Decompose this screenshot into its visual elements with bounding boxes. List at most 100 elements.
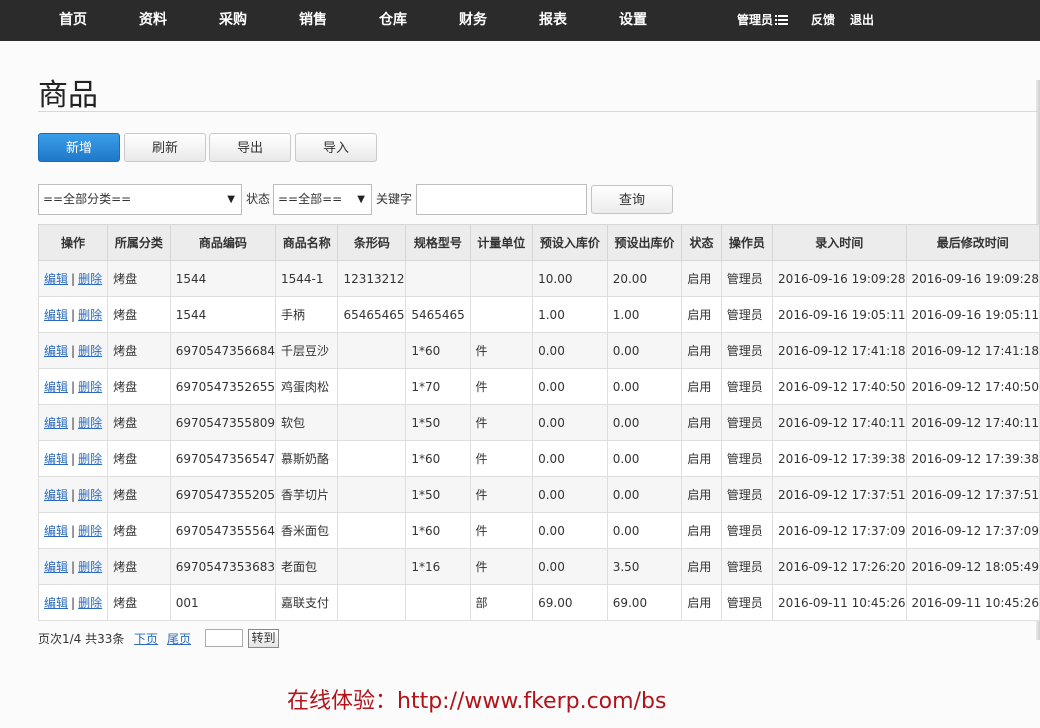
code-cell: 6970547356684 bbox=[169, 332, 276, 369]
last-page-link[interactable]: 尾页 bbox=[167, 630, 191, 647]
logout-link[interactable]: 退出 bbox=[850, 0, 874, 41]
import-button[interactable]: 导入 bbox=[295, 133, 377, 162]
feedback-link[interactable]: 反馈 bbox=[811, 0, 835, 41]
nav-data[interactable]: 资料 bbox=[139, 0, 167, 41]
action-separator: | bbox=[71, 524, 76, 538]
col-header[interactable]: 预设出库价 bbox=[606, 224, 683, 261]
col-header[interactable]: 预设入库价 bbox=[532, 224, 608, 261]
status-select-value: ==全部== bbox=[278, 192, 343, 206]
edit-link[interactable]: 编辑 bbox=[44, 452, 68, 466]
delete-link[interactable]: 删除 bbox=[78, 560, 102, 574]
add-button[interactable]: 新增 bbox=[38, 133, 120, 162]
delete-link[interactable]: 删除 bbox=[78, 452, 102, 466]
created-cell: 2016-09-12 17:37:51 bbox=[772, 476, 907, 513]
col-header[interactable]: 所属分类 bbox=[107, 224, 171, 261]
in-price-cell: 1.00 bbox=[532, 296, 608, 333]
edit-link[interactable]: 编辑 bbox=[44, 416, 68, 430]
edit-link[interactable]: 编辑 bbox=[44, 524, 68, 538]
unit-cell: 件 bbox=[469, 404, 534, 441]
category-select[interactable]: ==全部分类== ▼ bbox=[38, 184, 242, 215]
spec-cell: 1*50 bbox=[405, 476, 471, 513]
export-button[interactable]: 导出 bbox=[209, 133, 291, 162]
delete-link[interactable]: 删除 bbox=[78, 308, 102, 322]
action-separator: | bbox=[71, 596, 76, 610]
nav-purchase[interactable]: 采购 bbox=[219, 0, 247, 41]
table-row: 编辑 | 删除 烤盘 6970547352655 鸡蛋肉松 1*70 件 0.00 0.00 启用管… bbox=[37, 368, 1040, 405]
col-header[interactable]: 计量单位 bbox=[469, 224, 534, 261]
operator-cell: 管理员 bbox=[720, 332, 774, 369]
delete-link[interactable]: 删除 bbox=[78, 380, 102, 394]
page-number-input[interactable] bbox=[205, 629, 243, 647]
edit-link[interactable]: 编辑 bbox=[44, 344, 68, 358]
edit-link[interactable]: 编辑 bbox=[44, 488, 68, 502]
goto-button[interactable]: 转到 bbox=[248, 629, 279, 648]
keyword-label: 关键字 bbox=[376, 192, 413, 206]
modified-cell: 2016-09-11 10:45:26 bbox=[905, 584, 1040, 621]
delete-link[interactable]: 删除 bbox=[78, 596, 102, 610]
col-header[interactable]: 录入时间 bbox=[772, 224, 907, 261]
unit-cell: 部 bbox=[469, 584, 534, 621]
col-header[interactable]: 规格型号 bbox=[405, 224, 471, 261]
col-header[interactable]: 商品名称 bbox=[274, 224, 339, 261]
edit-link[interactable]: 编辑 bbox=[44, 272, 68, 286]
row-actions: 编辑 | 删除 bbox=[37, 296, 109, 333]
out-price-cell: 0.00 bbox=[606, 332, 683, 369]
row-actions: 编辑 | 删除 bbox=[37, 512, 109, 549]
admin-menu[interactable]: 管理员 bbox=[737, 0, 789, 41]
modified-cell: 2016-09-12 17:37:51 bbox=[905, 476, 1040, 513]
edit-link[interactable]: 编辑 bbox=[44, 380, 68, 394]
nav-settings[interactable]: 设置 bbox=[619, 0, 647, 41]
table-row: 编辑 | 删除 烤盘 6970547355809 软包 1*50 件 0.00 0.00 启用 管理员… bbox=[37, 404, 1040, 441]
edit-link[interactable]: 编辑 bbox=[44, 596, 68, 610]
barcode-cell bbox=[337, 332, 407, 369]
modified-cell: 2016-09-12 17:39:38 bbox=[905, 440, 1040, 477]
nav-sales[interactable]: 销售 bbox=[299, 0, 327, 41]
status-select[interactable]: ==全部== ▼ bbox=[273, 184, 372, 215]
spec-cell: 1*16 bbox=[405, 548, 471, 585]
status-cell: 启用 bbox=[681, 332, 722, 369]
operator-cell: 管理员 bbox=[720, 440, 774, 477]
table-row: 编辑 | 删除 烤盘 001 嘉联支付部 69.00 69.00 启用 管理员 2016-09-11… bbox=[37, 584, 1040, 621]
delete-link[interactable]: 删除 bbox=[78, 416, 102, 430]
query-button[interactable]: 查询 bbox=[591, 185, 673, 214]
dropdown-arrow-icon: ▼ bbox=[357, 194, 365, 205]
delete-link[interactable]: 删除 bbox=[78, 488, 102, 502]
modified-cell: 2016-09-12 17:37:09 bbox=[905, 512, 1040, 549]
created-cell: 2016-09-12 17:26:20 bbox=[772, 548, 907, 585]
nav-home[interactable]: 首页 bbox=[59, 0, 87, 41]
code-cell: 6970547355564 bbox=[169, 512, 276, 549]
row-actions: 编辑 | 删除 bbox=[37, 548, 109, 585]
code-cell: 1544 bbox=[169, 260, 276, 297]
keyword-input[interactable] bbox=[416, 184, 587, 215]
action-separator: | bbox=[71, 560, 76, 574]
nav-warehouse[interactable]: 仓库 bbox=[379, 0, 407, 41]
created-cell: 2016-09-12 17:41:18 bbox=[772, 332, 907, 369]
next-page-link[interactable]: 下页 bbox=[134, 630, 158, 647]
nav-reports[interactable]: 报表 bbox=[539, 0, 567, 41]
status-cell: 启用 bbox=[681, 476, 722, 513]
col-header[interactable]: 最后修改时间 bbox=[905, 224, 1040, 261]
edit-link[interactable]: 编辑 bbox=[44, 560, 68, 574]
category-cell: 烤盘 bbox=[107, 260, 171, 297]
delete-link[interactable]: 删除 bbox=[78, 524, 102, 538]
operator-cell: 管理员 bbox=[720, 260, 774, 297]
col-header[interactable]: 状态 bbox=[681, 224, 722, 261]
nav-finance[interactable]: 财务 bbox=[459, 0, 487, 41]
edit-link[interactable]: 编辑 bbox=[44, 308, 68, 322]
category-cell: 烤盘 bbox=[107, 332, 171, 369]
in-price-cell: 0.00 bbox=[532, 548, 608, 585]
refresh-button[interactable]: 刷新 bbox=[124, 133, 206, 162]
barcode-cell bbox=[337, 404, 407, 441]
modified-cell: 2016-09-16 19:05:11 bbox=[905, 296, 1040, 333]
modified-cell: 2016-09-12 17:40:11 bbox=[905, 404, 1040, 441]
barcode-cell bbox=[337, 476, 407, 513]
unit-cell: 件 bbox=[469, 368, 534, 405]
out-price-cell: 20.00 bbox=[606, 260, 683, 297]
name-cell: 香米面包 bbox=[274, 512, 339, 549]
delete-link[interactable]: 删除 bbox=[78, 344, 102, 358]
col-header[interactable]: 商品编码 bbox=[169, 224, 276, 261]
top-nav: 首页 资料 采购 销售 仓库 财务 报表 设置 管理员 反馈 退出 bbox=[0, 0, 1040, 41]
col-header[interactable]: 条形码 bbox=[337, 224, 407, 261]
delete-link[interactable]: 删除 bbox=[78, 272, 102, 286]
col-header[interactable]: 操作员 bbox=[720, 224, 774, 261]
